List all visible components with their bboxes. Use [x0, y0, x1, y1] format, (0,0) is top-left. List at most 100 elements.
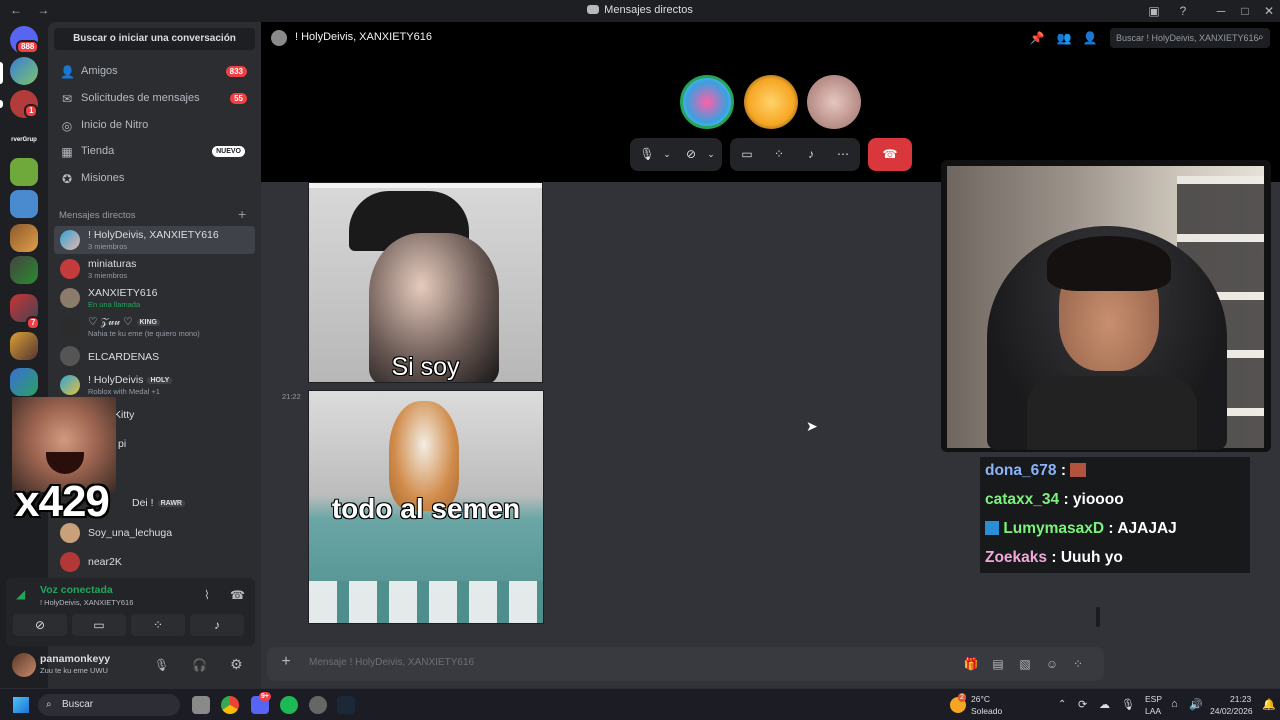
pin-icon[interactable]: 📌: [1029, 30, 1045, 46]
server-label[interactable]: rverGrup: [6, 126, 42, 154]
notifications-icon[interactable]: 🔔: [1262, 698, 1276, 711]
server-folder[interactable]: [10, 368, 38, 396]
dm-item[interactable]: near2K: [54, 548, 255, 576]
more-options-icon[interactable]: ⋯: [834, 146, 852, 162]
activities-button[interactable]: ⁘: [131, 614, 185, 636]
chevron-up-icon[interactable]: ⌃: [1058, 699, 1066, 710]
nav-message-requests[interactable]: ✉ Solicitudes de mensajes 55: [54, 86, 255, 112]
username[interactable]: panamonkeyy: [40, 653, 110, 665]
noise-suppression-icon[interactable]: ⌇: [204, 588, 210, 602]
soundboard-button[interactable]: ♪: [190, 614, 244, 636]
obs-icon[interactable]: [309, 696, 327, 714]
add-friends-icon[interactable]: 👥: [1056, 30, 1072, 46]
nav-shop[interactable]: ▦ Tienda NUEVO: [54, 139, 255, 165]
disconnect-icon[interactable]: ☎: [230, 588, 245, 602]
chat-image[interactable]: Si soy: [308, 182, 543, 383]
chat-image[interactable]: todo al semen: [308, 390, 544, 624]
server-icon[interactable]: [10, 190, 38, 218]
volume-icon[interactable]: 🔊: [1189, 698, 1203, 711]
chevron-down-icon[interactable]: ⌄: [658, 146, 676, 162]
nav-nitro[interactable]: ◎ Inicio de Nitro: [54, 113, 255, 139]
screen-share-icon[interactable]: ▭: [738, 146, 756, 162]
camera-off-icon[interactable]: ⊘: [682, 146, 700, 162]
nav-friends[interactable]: 👤 Amigos 833: [54, 59, 255, 85]
voice-panel: ◢ Voz conectada ! HolyDeivis, XANXIETY61…: [6, 578, 255, 646]
webcam-feed: [941, 160, 1271, 452]
server-badge: 1: [24, 104, 39, 118]
group-icon: [271, 30, 287, 46]
gif-icon[interactable]: ▤: [990, 656, 1006, 672]
sticker-icon[interactable]: ▧: [1017, 656, 1033, 672]
task-view-icon[interactable]: [192, 696, 210, 714]
close-button[interactable]: ✕: [1257, 2, 1280, 20]
dm-item[interactable]: ELCARDENAS: [54, 342, 255, 370]
inbox-icon[interactable]: ▣: [1142, 2, 1166, 20]
avatar: [60, 288, 80, 308]
scrollbar-thumb[interactable]: [1096, 607, 1100, 627]
server-folder[interactable]: [10, 256, 38, 284]
friends-badge: 833: [225, 66, 247, 77]
dm-item[interactable]: XANXIETY616 En una llamada: [54, 284, 255, 312]
members-icon[interactable]: 👤: [1082, 30, 1098, 46]
video-off-button[interactable]: ⊘: [13, 614, 67, 636]
screen-share-button[interactable]: ▭: [72, 614, 126, 636]
taskbar-search[interactable]: ⌕ Buscar: [38, 694, 180, 716]
dm-item[interactable]: ! HolyDeivis, XANXIETY616 3 miembros: [54, 226, 255, 254]
chrome-icon[interactable]: [221, 696, 239, 714]
cloud-icon[interactable]: ☁: [1099, 698, 1110, 711]
participant-avatar[interactable]: [807, 75, 861, 129]
hair-shape: [1047, 236, 1171, 291]
avatar: [60, 259, 80, 279]
language-code[interactable]: ESP: [1145, 694, 1162, 704]
clock-time[interactable]: 21:23: [1230, 694, 1251, 704]
settings-gear-icon[interactable]: ⚙: [230, 656, 243, 673]
guild-tag: KING: [136, 319, 160, 326]
attach-plus-icon[interactable]: +: [277, 653, 295, 671]
help-icon[interactable]: ?: [1171, 2, 1195, 20]
message-input[interactable]: Mensaje ! HolyDeivis, XANXIETY616: [309, 657, 474, 668]
maximize-button[interactable]: □: [1233, 2, 1257, 20]
network-icon[interactable]: ⌂: [1171, 698, 1178, 710]
activities-icon[interactable]: ⁘: [770, 146, 788, 162]
language-layout: LAA: [1145, 706, 1162, 716]
create-dm-icon[interactable]: +: [238, 206, 246, 222]
server-folder[interactable]: [10, 224, 38, 252]
gift-icon[interactable]: 🎁: [963, 656, 979, 672]
minimize-button[interactable]: ─: [1209, 2, 1233, 20]
microphone-icon[interactable]: 🎙: [154, 658, 169, 672]
home-badge: 888: [16, 40, 40, 54]
server-folder[interactable]: [10, 332, 38, 360]
user-avatar[interactable]: [12, 653, 36, 677]
sync-icon[interactable]: ⟳: [1078, 698, 1087, 711]
search-input[interactable]: Buscar ! HolyDeivis, XANXIETY616: [1110, 28, 1270, 48]
weather-temp[interactable]: 26°C: [971, 694, 990, 704]
microphone-tray-icon[interactable]: 🎙: [1121, 698, 1135, 711]
microphone-icon[interactable]: 🎙: [638, 146, 656, 162]
dm-item[interactable]: ♡ 𝒵𝓊𝓊 ♡ KING Nahia te ku eme (te quiero m…: [54, 313, 255, 341]
search-icon: ⌕: [1258, 32, 1264, 43]
emoji-icon[interactable]: ☺: [1044, 656, 1060, 672]
unread-indicator: [0, 100, 3, 108]
steam-icon[interactable]: [337, 696, 355, 714]
chevron-down-icon[interactable]: ⌄: [702, 146, 720, 162]
nav-quests[interactable]: ✪ Misiones: [54, 166, 255, 192]
leave-call-button[interactable]: ☎: [868, 138, 912, 171]
soundboard-icon[interactable]: ♪: [802, 146, 820, 162]
title-bar: ← → Mensajes directos ▣ ? ─ □ ✕: [0, 0, 1280, 22]
spotify-icon[interactable]: [280, 696, 298, 714]
server-icon[interactable]: [10, 158, 38, 186]
discord-badge: 9+: [259, 692, 271, 701]
dm-item[interactable]: miniaturas 3 miembros: [54, 255, 255, 283]
dm-item[interactable]: ! HolyDeivis HOLY Roblox with Medal +1: [54, 371, 255, 399]
apps-icon[interactable]: ⁘: [1070, 656, 1086, 672]
participant-avatar[interactable]: [680, 75, 734, 129]
folder-badge: 7: [26, 316, 41, 330]
participant-avatar[interactable]: [744, 75, 798, 129]
chat-line: Zoekaks : Uuuh yo: [985, 549, 1123, 566]
server-icon[interactable]: [10, 57, 38, 85]
search-conversation-button[interactable]: Buscar o iniciar una conversación: [54, 28, 255, 50]
windows-start-icon[interactable]: [13, 697, 29, 713]
voice-channel[interactable]: ! HolyDeivis, XANXIETY616: [40, 598, 133, 607]
nitro-icon: ◎: [61, 119, 73, 133]
headphones-icon[interactable]: 🎧: [192, 658, 207, 672]
